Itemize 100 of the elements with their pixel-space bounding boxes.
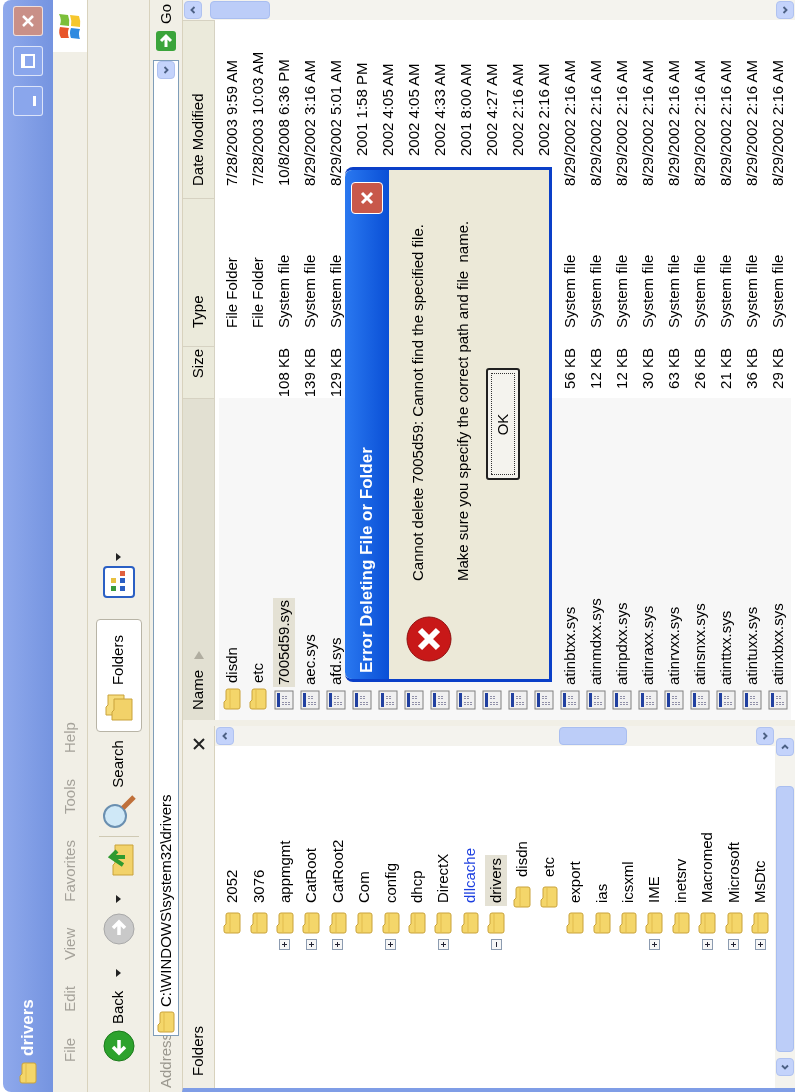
search-button[interactable]: Search <box>96 740 141 830</box>
tree-item[interactable]: CatRoot2 <box>326 836 349 906</box>
dialog-title: Error Deleting File or Folder <box>356 447 378 673</box>
tree-item[interactable]: CatRoot <box>300 844 323 906</box>
back-button[interactable]: Back <box>96 968 141 1062</box>
system-file-icon <box>300 690 320 710</box>
tree-item[interactable]: etc <box>537 854 560 880</box>
file-date: 8/29/2002 5:01 AM <box>325 60 345 186</box>
column-header[interactable]: Size <box>183 346 214 398</box>
scroll-right-button[interactable] <box>776 738 794 756</box>
scroll-left-button[interactable] <box>776 1058 794 1076</box>
tree-item[interactable]: appmgmt <box>273 837 296 906</box>
system-file-icon <box>768 690 788 710</box>
expand-toggle[interactable] <box>279 939 291 951</box>
scroll-down-button[interactable] <box>776 1 794 19</box>
file-date: 2002 4:05 AM <box>403 63 423 156</box>
column-header[interactable]: Name <box>183 398 214 720</box>
scroll-thumb[interactable] <box>210 1 270 19</box>
tree-item[interactable]: disdn <box>511 838 534 880</box>
go-button[interactable]: Go <box>154 4 178 52</box>
folder-icon <box>249 912 268 934</box>
tree-item[interactable]: MsDtc <box>749 857 771 906</box>
file-size: 29 KB <box>767 348 787 389</box>
file-date: 8/29/2002 2:16 AM <box>689 60 709 186</box>
scroll-down-button[interactable] <box>756 727 774 745</box>
file-date: 2002 4:05 AM <box>377 63 397 156</box>
close-icon <box>20 13 36 29</box>
system-file-icon <box>482 690 502 710</box>
close-button[interactable] <box>13 6 43 36</box>
scroll-up-button[interactable] <box>184 1 202 19</box>
column-header[interactable]: Type <box>183 198 214 346</box>
scroll-up-button[interactable] <box>216 727 234 745</box>
expand-toggle[interactable] <box>754 939 766 951</box>
file-size: 21 KB <box>715 348 735 389</box>
scroll-thumb[interactable] <box>559 727 627 745</box>
folder-icon <box>434 912 453 934</box>
tree-item[interactable]: DirectX <box>432 850 455 906</box>
folders-button[interactable]: Folders <box>95 619 142 733</box>
file-date: 8/29/2002 2:16 AM <box>611 60 631 186</box>
file-date: 8/29/2002 3:16 AM <box>299 60 319 186</box>
tree-item[interactable]: Com <box>353 868 376 906</box>
expand-toggle[interactable] <box>728 939 740 951</box>
tree-item[interactable]: drivers <box>485 855 508 906</box>
expand-toggle[interactable] <box>305 939 317 951</box>
expand-toggle[interactable] <box>701 939 713 951</box>
file-type: System file <box>299 254 319 328</box>
tree-item[interactable]: icsxml <box>617 858 640 906</box>
system-file-icon <box>430 690 450 710</box>
system-file-icon <box>404 690 424 710</box>
folder-icon <box>381 912 400 934</box>
tree-item[interactable]: Macromed <box>696 829 719 906</box>
file-type: System file <box>741 254 761 328</box>
folder-icon <box>460 912 479 934</box>
file-size: 26 KB <box>689 348 709 389</box>
system-file-icon <box>378 690 398 710</box>
title-folder-icon <box>19 1062 37 1084</box>
expand-toggle[interactable] <box>437 939 449 951</box>
tree-item[interactable]: export <box>564 858 587 906</box>
file-type: File Folder <box>221 257 241 328</box>
system-file-icon <box>560 690 580 710</box>
expand-toggle[interactable] <box>648 939 660 951</box>
file-name[interactable]: etc <box>246 661 270 685</box>
file-name[interactable]: 7005d59.sys <box>272 597 296 687</box>
tree-item[interactable]: ias <box>590 880 613 906</box>
close-icon[interactable] <box>192 738 205 750</box>
expand-toggle[interactable] <box>332 939 344 951</box>
address-dropdown-button[interactable] <box>157 61 175 79</box>
tree-item[interactable]: 3076 <box>247 866 270 906</box>
address-field[interactable]: C:\WINDOWS\system32\drivers <box>153 60 179 1036</box>
tree-item[interactable]: inetsrv <box>669 855 692 906</box>
tree-item[interactable]: dhcp <box>405 867 428 906</box>
folder-icon <box>513 886 532 908</box>
window-title: drivers <box>17 999 39 1056</box>
tree-item[interactable]: Microsoft <box>722 839 745 906</box>
file-type: System file <box>767 254 787 328</box>
file-name[interactable]: aec.sys <box>298 632 322 687</box>
folder-icon <box>249 688 267 710</box>
system-file-icon <box>508 690 528 710</box>
file-name[interactable]: disdn <box>220 645 244 685</box>
ok-button[interactable]: OK <box>486 368 520 481</box>
file-size: 139 KB <box>299 348 319 398</box>
dialog-message: Cannot delete 7005d59: Cannot find the specified file. <box>408 223 427 581</box>
folder-icon <box>698 912 717 934</box>
expand-toggle[interactable] <box>385 939 397 951</box>
system-file-icon <box>534 690 554 710</box>
folder-icon <box>302 912 321 934</box>
collapse-toggle[interactable] <box>490 939 502 951</box>
file-type: System file <box>715 254 735 328</box>
tree-item[interactable]: dllcache <box>458 844 481 906</box>
file-date: 7/28/2003 9:59 AM <box>221 60 241 186</box>
file-type: File Folder <box>247 257 267 328</box>
tree-item[interactable]: 2052 <box>221 866 244 906</box>
system-file-icon <box>612 690 632 710</box>
scroll-thumb[interactable] <box>776 786 794 1052</box>
file-name[interactable]: afd.sys <box>324 635 348 687</box>
file-size: 63 KB <box>663 348 683 389</box>
system-file-icon <box>664 690 684 710</box>
tree-item[interactable]: IME <box>643 873 666 906</box>
tree-item[interactable]: config <box>379 859 402 906</box>
dialog-close-button[interactable] <box>351 182 383 214</box>
